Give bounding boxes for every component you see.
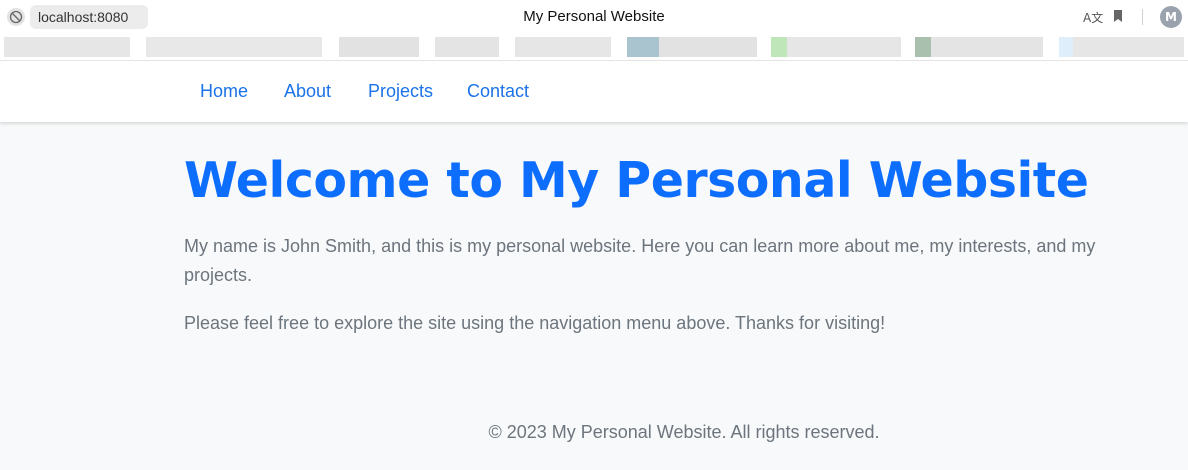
bookmark-item[interactable] <box>435 37 499 57</box>
footer-copyright: © 2023 My Personal Website. All rights r… <box>488 422 880 442</box>
bookmark-item[interactable] <box>515 37 611 57</box>
bookmarks-bar <box>0 34 1188 60</box>
toolbar-divider <box>1142 9 1143 25</box>
nav-link-home[interactable]: Home <box>200 81 248 102</box>
bookmark-item[interactable] <box>339 37 419 57</box>
bookmark-item[interactable] <box>627 37 757 57</box>
bookmark-item[interactable] <box>146 37 322 57</box>
profile-avatar[interactable]: M <box>1160 6 1182 28</box>
bookmark-item[interactable] <box>1059 37 1184 57</box>
explore-paragraph: Please feel free to explore the site usi… <box>184 313 886 333</box>
bookmark-icon[interactable] <box>1113 9 1123 27</box>
page-title: Welcome to My Personal Website <box>184 152 1089 209</box>
intro-paragraph: My name is John Smith, and this is my pe… <box>184 236 1096 285</box>
translate-icon[interactable]: A文 <box>1083 9 1103 26</box>
bookmark-item[interactable] <box>4 37 130 57</box>
window-title: My Personal Website <box>523 8 665 25</box>
bookmark-item[interactable] <box>771 37 901 57</box>
nav-link-projects[interactable]: Projects <box>368 81 433 102</box>
nav-link-contact[interactable]: Contact <box>467 81 529 102</box>
browser-titlebar: localhost:8080 My Personal Website A文 M <box>0 0 1188 34</box>
site-navbar: Home About Projects Contact <box>0 61 1188 122</box>
bookmark-item[interactable] <box>915 37 1043 57</box>
nav-link-about[interactable]: About <box>284 81 331 102</box>
